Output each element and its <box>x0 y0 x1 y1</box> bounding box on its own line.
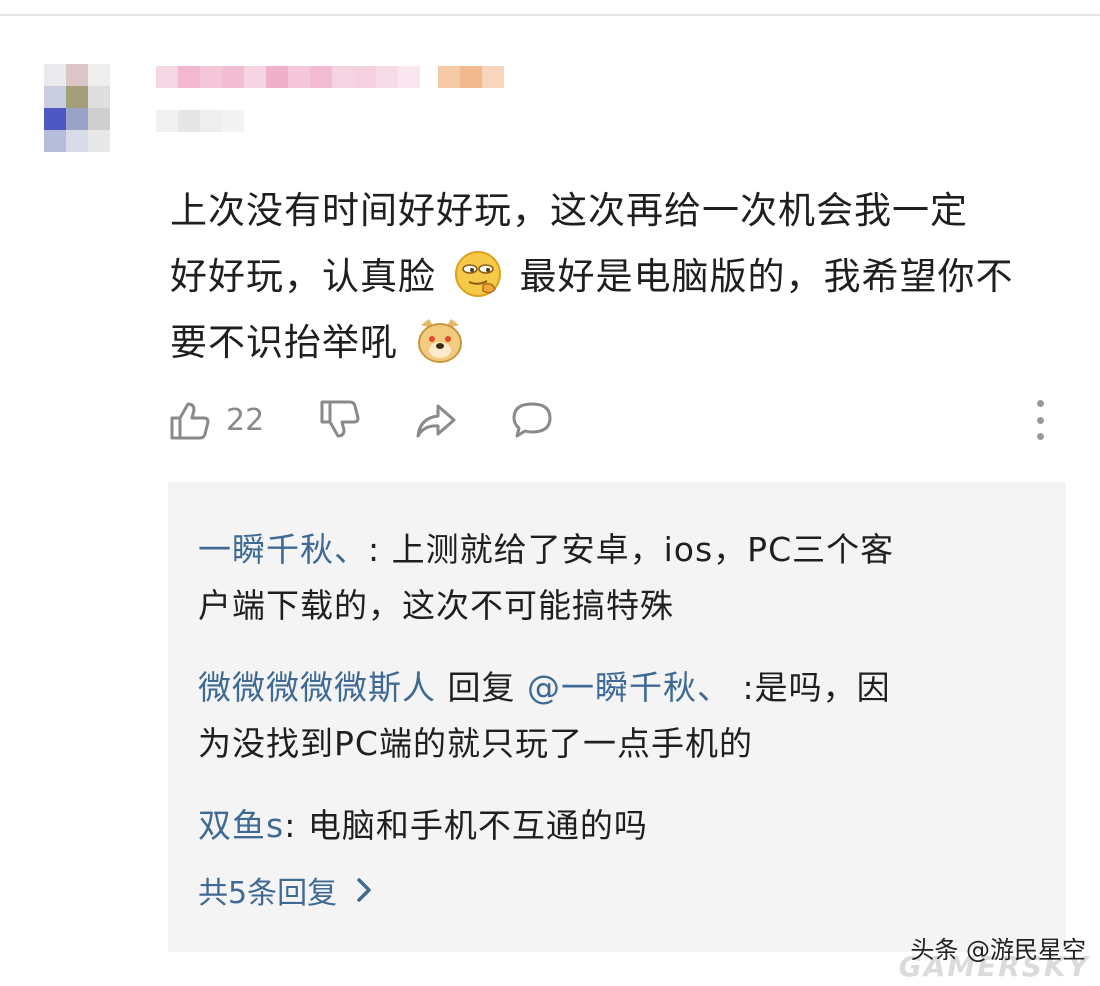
comment-text-segment: 要不识抬举吼 <box>170 321 398 364</box>
user-tag-blurred <box>438 66 504 88</box>
reply-text: 上测就给了安卓，ios，PC三个客 <box>380 530 895 569</box>
reply-separator: : <box>284 806 297 845</box>
reply-mention[interactable]: @一瞬千秋、 <box>527 668 731 707</box>
reply-line: 双鱼s: 电脑和手机不互通的吗 <box>198 798 998 854</box>
comment-line: 要不识抬举吼 <box>170 310 1070 376</box>
reply-item[interactable]: 一瞬千秋、: 上测就给了安卓，ios，PC三个客 户端下载的，这次不可能搞特殊 <box>198 522 998 634</box>
reply-button[interactable] <box>510 398 554 442</box>
reply-line: 为没找到PC端的就只玩了一点手机的 <box>198 724 753 763</box>
comment-text-segment: 最好是电脑版的，我希望你不 <box>519 255 1014 298</box>
reply-line: 微微微微微斯人 回复 @一瞬千秋、 :是吗，因 <box>198 660 998 716</box>
reply-item[interactable]: 双鱼s: 电脑和手机不互通的吗 <box>198 798 998 854</box>
watermark-source: 头条 @游民星空 <box>910 936 1086 964</box>
doge-emoji-icon <box>417 319 462 363</box>
comment-line: 好好玩，认真脸 最好是电脑版的，我希望你不 <box>170 244 1070 310</box>
comment-line: 上次没有时间好好玩，这次再给一次机会我一定 <box>170 189 968 232</box>
reply-word: 回复 <box>436 668 527 707</box>
username-blurred[interactable] <box>156 66 420 88</box>
view-more-replies-link[interactable]: 共5条回复 <box>198 868 377 912</box>
reply-line: 户端下载的，这次不可能搞特殊 <box>198 586 674 625</box>
comment-text-segment: 好好玩，认真脸 <box>170 255 436 298</box>
user-meta-blurred <box>156 110 244 132</box>
thumbs-up-icon <box>170 402 210 440</box>
reply-separator: : <box>368 530 381 569</box>
reply-username[interactable]: 微微微微微斯人 <box>198 668 436 707</box>
share-button[interactable] <box>414 398 458 442</box>
smirk-emoji-icon <box>454 251 501 297</box>
reply-text: :是吗，因 <box>730 668 891 707</box>
dislike-button[interactable] <box>318 398 362 442</box>
comment-body: 上次没有时间好好玩，这次再给一次机会我一定 好好玩，认真脸 最好是电脑版的，我希… <box>170 178 1070 376</box>
thumbs-down-icon <box>320 400 360 438</box>
more-replies-label: 共5条回复 <box>198 876 338 911</box>
reply-username[interactable]: 双鱼s <box>198 806 284 845</box>
top-divider <box>0 14 1100 16</box>
reply-username[interactable]: 一瞬千秋、 <box>198 530 368 569</box>
reply-thread: 一瞬千秋、: 上测就给了安卓，ios，PC三个客 户端下载的，这次不可能搞特殊 … <box>168 482 1066 952</box>
reply-item[interactable]: 微微微微微斯人 回复 @一瞬千秋、 :是吗，因 为没找到PC端的就只玩了一点手机… <box>198 660 998 772</box>
more-icon[interactable] <box>1032 400 1048 440</box>
comment-action-bar: 22 <box>168 398 1048 448</box>
like-button[interactable]: 22 <box>168 398 264 442</box>
chevron-right-icon <box>357 878 371 902</box>
reply-text: 电脑和手机不互通的吗 <box>296 806 648 845</box>
comment-icon <box>512 402 552 438</box>
like-count: 22 <box>226 402 265 438</box>
reply-line: 一瞬千秋、: 上测就给了安卓，ios，PC三个客 <box>198 522 998 578</box>
avatar[interactable] <box>44 64 132 152</box>
share-icon <box>416 404 456 438</box>
